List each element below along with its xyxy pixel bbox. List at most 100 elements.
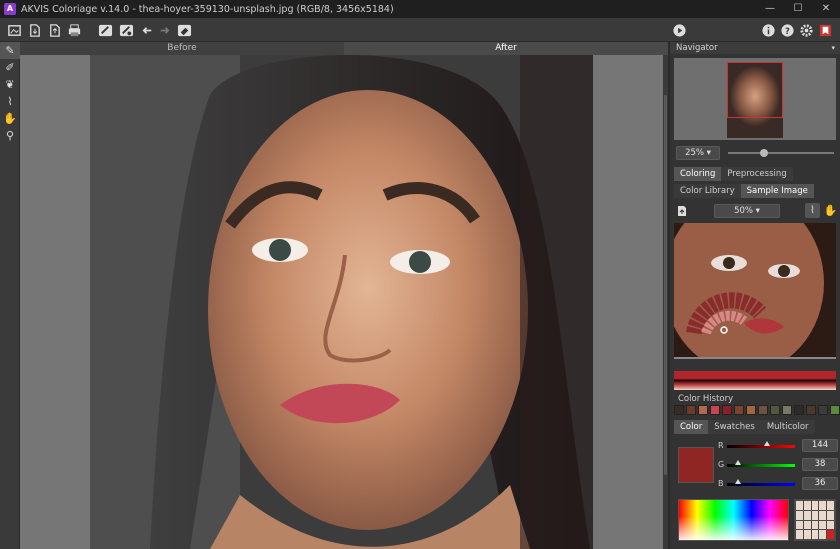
right-panel: Navigator ▾ 25% ▾ Coloring Preprocessing… <box>670 42 840 549</box>
window-title: AKVIS Coloriage v.14.0 - thea-hoyer-3591… <box>21 3 394 15</box>
history-swatch[interactable] <box>674 405 684 415</box>
zoom-value: 25% <box>685 148 704 158</box>
color-range-icon[interactable]: ❦ <box>0 76 20 93</box>
zoom-row: 25% ▾ <box>676 146 836 160</box>
navigator-preview[interactable] <box>674 58 836 140</box>
history-swatch[interactable] <box>758 405 768 415</box>
red-label: R <box>718 441 724 450</box>
redo-icon[interactable] <box>155 21 173 39</box>
print-icon[interactable] <box>65 21 83 39</box>
tab-preprocessing[interactable]: Preprocessing <box>721 167 793 181</box>
history-swatch[interactable] <box>686 405 696 415</box>
zoom-select[interactable]: 25% ▾ <box>676 146 720 160</box>
load-sample-icon[interactable] <box>676 205 688 217</box>
coloring-tabs: Coloring Preprocessing <box>674 167 793 181</box>
color-tabs: Color Swatches Multicolor <box>674 420 815 434</box>
eyedropper-icon[interactable]: ⌇ <box>805 203 820 218</box>
navigator-viewport-frame[interactable] <box>727 62 783 118</box>
bookmark-icon[interactable] <box>816 21 834 39</box>
color-gradient-bar[interactable] <box>674 371 836 390</box>
green-channel-row: G 38 <box>718 458 838 472</box>
red-slider[interactable] <box>727 445 795 448</box>
zoom-slider-knob[interactable] <box>759 149 768 157</box>
portrait-photo <box>90 55 593 549</box>
color-history-swatches <box>674 405 840 415</box>
window-controls: — ☐ ✕ <box>756 0 840 18</box>
image-canvas[interactable] <box>20 55 663 549</box>
scrollbar-thumb[interactable] <box>664 95 667 475</box>
color-history-label: Color History <box>678 394 734 404</box>
tab-after[interactable]: After <box>344 42 668 55</box>
portrait-drawing <box>90 55 593 549</box>
blue-value-field[interactable]: 36 <box>802 477 838 490</box>
history-swatch[interactable] <box>782 405 792 415</box>
run-icon[interactable] <box>670 21 688 39</box>
eyedropper-tool-icon[interactable]: ⌇ <box>0 93 20 110</box>
history-swatch[interactable] <box>770 405 780 415</box>
main-toolbar: ? <box>0 18 840 42</box>
history-swatch[interactable] <box>698 405 708 415</box>
history-swatch[interactable] <box>746 405 756 415</box>
zoom-tool-icon[interactable]: ⚲ <box>0 127 20 144</box>
blue-label: B <box>718 479 724 488</box>
hand-icon[interactable]: ✋ <box>823 203 838 218</box>
info-icon[interactable] <box>759 21 777 39</box>
recent-colors-grid[interactable] <box>794 499 836 541</box>
undo-icon[interactable] <box>138 21 156 39</box>
history-swatch[interactable] <box>722 405 732 415</box>
color-spectrum-picker[interactable] <box>678 499 789 541</box>
blue-slider-knob[interactable] <box>735 479 741 484</box>
library-tabs: Color Library Sample Image <box>674 184 814 198</box>
eraser-icon[interactable] <box>175 21 193 39</box>
help-icon[interactable]: ? <box>778 21 796 39</box>
keep-color-pencil-icon[interactable]: ✐ <box>0 59 20 76</box>
svg-text:?: ? <box>785 25 790 35</box>
maximize-button[interactable]: ☐ <box>784 0 812 18</box>
settings-icon[interactable] <box>797 21 815 39</box>
green-slider-knob[interactable] <box>735 460 741 465</box>
minimize-button[interactable]: — <box>756 0 784 18</box>
export-icon[interactable] <box>45 21 63 39</box>
history-swatch[interactable] <box>794 405 804 415</box>
tab-before[interactable]: Before <box>20 42 344 55</box>
navigator-header: Navigator ▾ <box>670 42 840 54</box>
title-bar: A AKVIS Coloriage v.14.0 - thea-hoyer-35… <box>0 0 840 18</box>
akvis-app-icon: A <box>4 3 16 15</box>
before-after-tabs: Before After <box>20 42 668 55</box>
sample-zoom-select[interactable]: 50% ▾ <box>714 204 780 218</box>
close-button[interactable]: ✕ <box>812 0 840 18</box>
history-swatch[interactable] <box>710 405 720 415</box>
hand-tool-icon[interactable]: ✋ <box>0 110 20 127</box>
left-toolbox: ✎ ✐ ❦ ⌇ ✋ ⚲ <box>0 42 20 549</box>
canvas-scrollbar[interactable] <box>663 55 668 549</box>
tab-swatches[interactable]: Swatches <box>708 420 761 434</box>
history-swatch[interactable] <box>734 405 744 415</box>
navigator-title: Navigator <box>676 43 718 53</box>
pencil-before-icon[interactable] <box>96 21 114 39</box>
sample-image-toolbar: 50% ▾ ⌇ ✋ <box>674 203 838 219</box>
tab-color-library[interactable]: Color Library <box>674 184 741 198</box>
collapse-arrow-icon[interactable]: ▾ <box>831 42 835 54</box>
green-value-field[interactable]: 38 <box>802 458 838 471</box>
sample-zoom-value: 50% <box>734 206 753 216</box>
history-swatch[interactable] <box>830 405 840 415</box>
sample-image-preview[interactable] <box>674 223 836 359</box>
red-slider-knob[interactable] <box>764 441 770 446</box>
pencil-after-icon[interactable] <box>117 21 135 39</box>
red-value-field[interactable]: 144 <box>802 439 838 452</box>
tab-color[interactable]: Color <box>674 420 709 434</box>
history-swatch[interactable] <box>818 405 828 415</box>
history-swatch[interactable] <box>806 405 816 415</box>
green-label: G <box>718 460 725 469</box>
tab-sample-image[interactable]: Sample Image <box>740 184 814 198</box>
blue-channel-row: B 36 <box>718 477 838 491</box>
open-file-icon[interactable] <box>5 21 23 39</box>
tab-multicolor[interactable]: Multicolor <box>760 420 815 434</box>
red-channel-row: R 144 <box>718 439 838 453</box>
zoom-slider-track[interactable] <box>728 152 834 154</box>
sample-face-drawing <box>674 223 836 359</box>
pencil-tool-icon[interactable]: ✎ <box>0 42 20 59</box>
save-icon[interactable] <box>25 21 43 39</box>
current-color-preview[interactable] <box>678 447 714 483</box>
tab-coloring[interactable]: Coloring <box>674 167 722 181</box>
